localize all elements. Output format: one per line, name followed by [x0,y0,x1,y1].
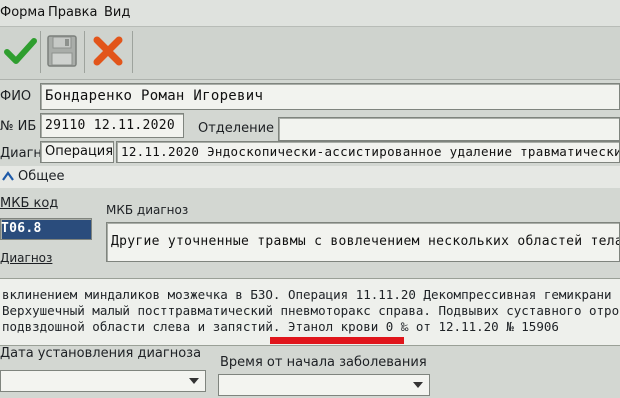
diag-row-label: Диагн [0,146,42,161]
mkb-code-field[interactable]: T06.8 [0,218,92,240]
menu-bar: Форма Правка Вид [0,0,620,27]
diagnosis-date-select[interactable] [0,370,206,392]
diagnosis-line: вклинением миндаликов мозжечка в БЗО. Оп… [2,287,612,302]
chevron-up-icon [2,171,14,181]
diagnosis-textarea[interactable]: вклинением миндаликов мозжечка в БЗО. Оп… [0,278,620,346]
mkb-diagnosis-label: МКБ диагноз [106,203,189,217]
diagnosis-line: Верхушечный малый посттравматический пне… [2,303,620,318]
diag-type-value-field[interactable]: 12.11.2020 Эндоскопически-ассистированно… [116,141,620,163]
fio-field[interactable]: Бондаренко Роман Игоревич [40,83,620,110]
mkb-code-label: МКБ код [0,196,59,211]
cancel-button[interactable] [88,29,128,73]
confirm-button[interactable] [0,29,40,73]
department-field[interactable] [278,117,620,141]
fio-label: ФИО [0,89,32,104]
ib-label: № ИБ [0,119,37,134]
menu-pravka[interactable]: Правка [48,5,97,20]
diagnosis-date-label: Дата установления диагноза [0,346,202,361]
menu-forma[interactable]: Форма [0,5,45,20]
ib-field[interactable]: 29110 12.11.2020 [40,113,184,138]
onset-time-select[interactable] [218,374,430,396]
save-icon [47,35,77,67]
diag-type-field[interactable]: Операция [40,141,114,163]
cancel-icon [93,36,123,66]
department-label: Отделение [198,121,275,136]
onset-time-label: Время от начала заболевания [220,355,427,370]
diagnosis-line: подвздошной области слева и запястий. Эт… [2,319,559,334]
mkb-diagnosis-field[interactable]: Другие уточненные травмы с вовлечением н… [106,222,620,262]
section-general-header[interactable]: Общее [0,166,620,188]
diagnosis-label: Диагноз [0,251,53,265]
menu-vid[interactable]: Вид [104,5,130,20]
section-general-title: Общее [18,169,65,184]
highlight-underline [270,337,404,344]
save-button[interactable] [42,29,82,73]
toolbar [0,27,620,80]
chevron-down-icon [189,378,199,384]
chevron-down-icon [413,382,423,388]
check-icon [4,38,37,64]
